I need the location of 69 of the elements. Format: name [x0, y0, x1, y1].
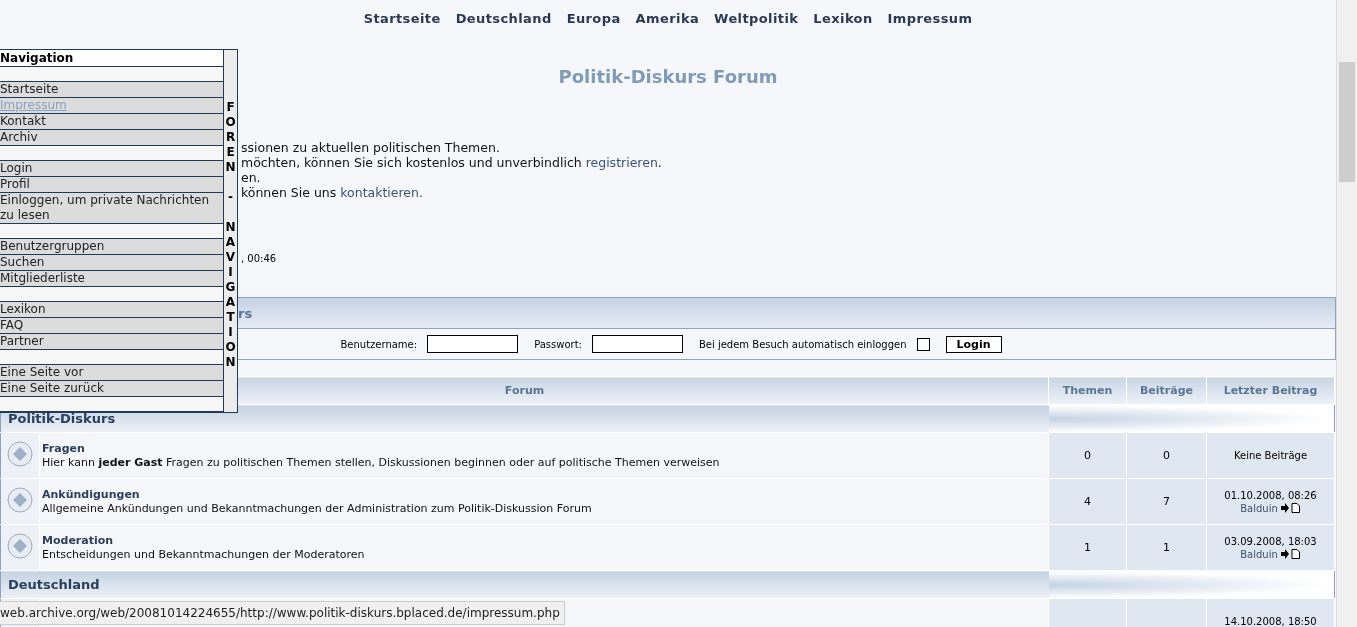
menu-title: Navigation	[0, 50, 223, 67]
menu-item[interactable]: Eine Seite zurück	[0, 381, 223, 397]
menu-item[interactable]: Kontakt	[0, 114, 223, 130]
forum-status-icon	[7, 441, 33, 467]
top-nav-link[interactable]: Weltpolitik	[714, 10, 799, 26]
top-nav-link[interactable]: Lexikon	[813, 10, 873, 26]
last-post-text: Keine Beiträge	[1233, 449, 1308, 462]
menu-item[interactable]: Login	[0, 161, 223, 177]
category-row[interactable]: Deutschland	[0, 570, 1049, 599]
intro-text: möchten, können Sie sich kostenlos und unverbindlich registrieren.	[241, 155, 662, 170]
status-url: web.archive.org/web/20081014224655/http://www.politik-diskurs.bplaced.de/impressum.php	[0, 601, 565, 625]
intro-text: ssionen zu aktuellen politischen Themen.	[241, 140, 501, 155]
table-cell: 0	[1126, 432, 1207, 479]
password-field[interactable]	[591, 335, 683, 353]
username-field[interactable]	[427, 335, 519, 353]
auto-login-checkbox[interactable]	[916, 337, 930, 351]
username-label: Benutzername:	[340, 338, 418, 350]
top-nav-link[interactable]: Europa	[566, 10, 621, 26]
author-link[interactable]: Balduin	[1240, 501, 1278, 515]
table-cell: 7	[1126, 478, 1207, 525]
forum-description: Entscheidungen und Bekanntmachungen der Moderatoren	[42, 547, 366, 562]
menu-item[interactable]: Mitgliederliste	[0, 271, 223, 287]
panel-heading: rs	[238, 305, 253, 321]
forum-description: Allgemeine Ankündungen und Bekanntmachungen der Administration zum Politik-Diskussion Forum	[42, 501, 593, 516]
scroll-thumb[interactable]	[1339, 62, 1355, 182]
table-cell: 1	[1048, 524, 1127, 571]
intro-text: en.	[241, 170, 262, 185]
author-link[interactable]: Balduin	[1240, 547, 1278, 561]
menu-item[interactable]: Startseite	[0, 82, 223, 98]
forum-description: Hier kann jeder Gast Fragen zu politischen Themen stellen, Diskussionen beginnen oder auf politische Themen verweisen	[42, 455, 721, 470]
menu-item[interactable]: Suchen	[0, 255, 223, 271]
auto-login-label: Bei jedem Besuch automatisch einloggen	[698, 338, 907, 350]
forum-name[interactable]: Fragen	[42, 441, 1048, 456]
menu-item[interactable]: Eine Seite vor	[0, 365, 223, 381]
column-header: Themen	[1048, 376, 1127, 405]
menu-item[interactable]: Einloggen, um private Nachrichten zu lesen	[0, 193, 223, 224]
forum-name[interactable]: Moderation	[42, 533, 1048, 548]
page-title: Politik-Diskurs Forum	[558, 65, 778, 89]
top-nav-link[interactable]: Startseite	[363, 10, 441, 26]
menu-item[interactable]: FAQ	[0, 318, 223, 334]
forum-status-icon	[7, 487, 33, 513]
goto-post-icon[interactable]	[1280, 503, 1301, 513]
goto-post-icon[interactable]	[1280, 549, 1301, 559]
vertical-label: FOREN - NAVIGATION	[224, 100, 237, 371]
top-nav-link[interactable]: Amerika	[635, 10, 700, 26]
last-post-date: 01.10.2008, 08:26	[1224, 488, 1317, 502]
menu-item[interactable]: Profil	[0, 177, 223, 193]
menu-item[interactable]: Benutzergruppen	[0, 239, 223, 255]
menu-item[interactable]: Archiv	[0, 130, 223, 146]
column-header: Letzter Beitrag	[1206, 376, 1335, 405]
last-post-date: 03.09.2008, 18:03	[1224, 534, 1317, 548]
login-button[interactable]: Login	[945, 335, 1002, 353]
intro-text: können Sie uns kontaktieren.	[241, 185, 423, 200]
table-cell: 0	[1048, 432, 1127, 479]
table-cell: 4	[1048, 478, 1127, 525]
time-text: , 00:46	[241, 252, 277, 266]
intro-link[interactable]: kontaktieren.	[340, 185, 423, 200]
column-header: Beiträge	[1126, 376, 1207, 405]
top-nav-link[interactable]: Impressum	[887, 10, 973, 26]
forum-name[interactable]: Ankündigungen	[42, 487, 1048, 502]
menu-item[interactable]: Partner	[0, 334, 223, 350]
forum-status-icon	[7, 533, 33, 559]
top-nav-link[interactable]: Deutschland	[455, 10, 552, 26]
password-label: Passwort:	[534, 338, 582, 350]
scrollbar[interactable]	[1336, 0, 1357, 627]
table-cell: 1	[1126, 524, 1207, 571]
intro-link[interactable]: registrieren	[585, 155, 658, 170]
menu-item[interactable]: Lexikon	[0, 302, 223, 318]
last-post-date: 14.10.2008, 18:50	[1224, 615, 1317, 627]
